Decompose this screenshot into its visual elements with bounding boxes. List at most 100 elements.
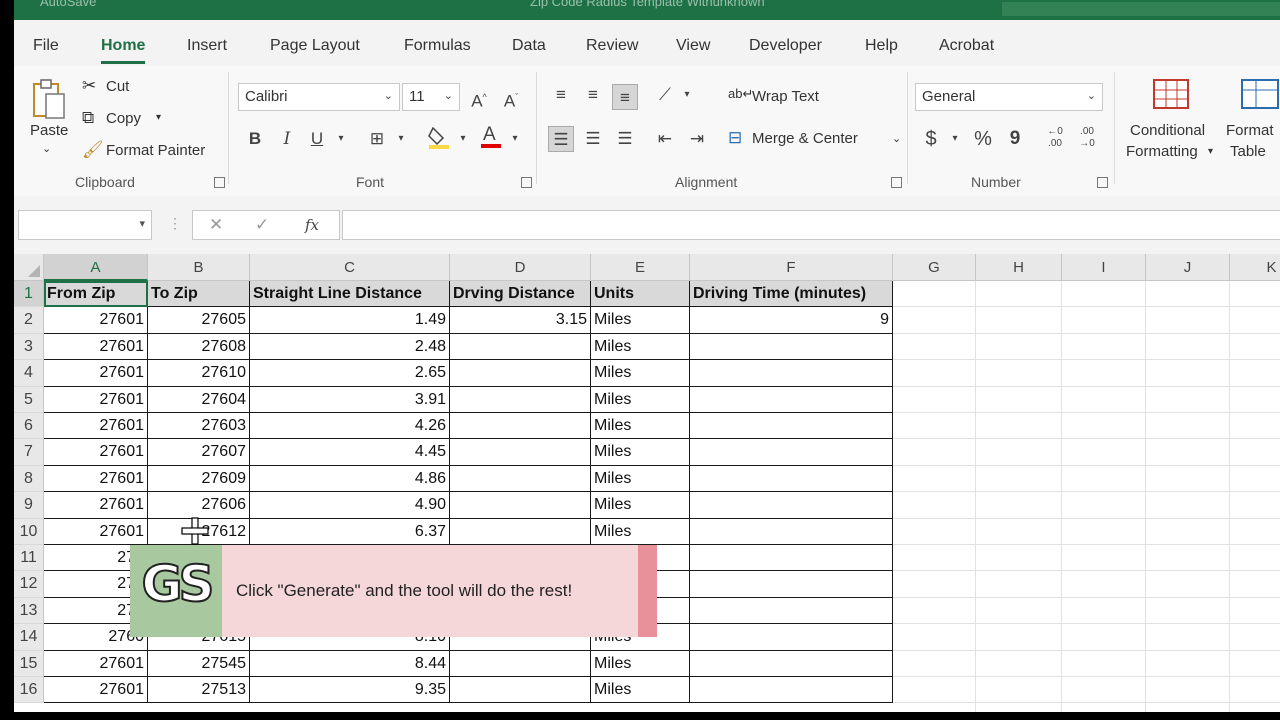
increase-decimal-button[interactable]: ←0 .00: [1040, 126, 1070, 152]
table-cell[interactable]: 27601: [44, 650, 148, 677]
table-cell[interactable]: Miles: [591, 677, 690, 704]
row-header[interactable]: 3: [14, 333, 44, 361]
cancel-icon[interactable]: ✕: [209, 215, 223, 235]
table-cell[interactable]: [450, 465, 591, 493]
tab-acrobat[interactable]: Acrobat: [939, 37, 994, 55]
table-cell[interactable]: 27601: [44, 413, 148, 440]
merge-center-button[interactable]: ⊟ Merge & Center ⌄: [728, 128, 901, 152]
insert-function-button[interactable]: fx: [305, 216, 319, 234]
clipboard-launcher-icon[interactable]: [214, 177, 225, 188]
table-cell[interactable]: [690, 677, 893, 704]
row-header[interactable]: 15: [14, 650, 44, 677]
tab-formulas[interactable]: Formulas: [404, 37, 471, 55]
table-cell[interactable]: [450, 333, 591, 361]
column-header-f[interactable]: F: [690, 254, 893, 281]
row-header[interactable]: 11: [14, 545, 44, 572]
table-cell[interactable]: Miles: [591, 518, 690, 545]
table-cell[interactable]: 3.91: [250, 386, 450, 413]
paste-button[interactable]: Paste ⌄: [28, 78, 72, 158]
chevron-down-icon[interactable]: ▾: [388, 126, 414, 152]
wrap-text-button[interactable]: ab↵ Wrap Text: [728, 86, 838, 110]
table-cell[interactable]: [690, 386, 893, 413]
table-cell[interactable]: 27601: [44, 492, 148, 519]
table-cell[interactable]: 27603: [148, 413, 250, 440]
conditional-formatting-button[interactable]: Conditional Formatting ▾: [1122, 78, 1222, 174]
header-cell[interactable]: Straight Line Distance: [250, 281, 450, 308]
copy-button[interactable]: ⧉ Copy ▾: [82, 108, 182, 130]
table-cell[interactable]: Miles: [591, 386, 690, 413]
table-cell[interactable]: 9.35: [250, 677, 450, 704]
table-cell[interactable]: [690, 571, 893, 598]
table-cell[interactable]: Miles: [591, 492, 690, 519]
row-header[interactable]: 8: [14, 465, 44, 493]
table-cell[interactable]: [690, 333, 893, 361]
row-header[interactable]: 13: [14, 597, 44, 625]
table-cell[interactable]: 6.37: [250, 518, 450, 545]
autosave-label[interactable]: AutoSave: [40, 0, 96, 9]
table-cell[interactable]: [450, 439, 591, 466]
tab-developer[interactable]: Developer: [749, 37, 822, 55]
increase-font-icon[interactable]: A^: [466, 84, 492, 111]
table-cell[interactable]: 8.44: [250, 650, 450, 677]
chevron-down-icon[interactable]: ▾: [502, 126, 528, 152]
table-cell[interactable]: 3.15: [450, 307, 591, 334]
column-header-i[interactable]: I: [1062, 254, 1146, 281]
table-cell[interactable]: 27607: [148, 439, 250, 466]
table-cell[interactable]: Miles: [591, 650, 690, 677]
column-header-b[interactable]: B: [148, 254, 250, 281]
table-cell[interactable]: 2.65: [250, 360, 450, 387]
table-cell[interactable]: 27601: [44, 518, 148, 545]
font-name-select[interactable]: Calibri ⌄: [238, 83, 400, 111]
column-header-j[interactable]: J: [1146, 254, 1230, 281]
table-cell[interactable]: 27601: [44, 307, 148, 334]
table-cell[interactable]: Miles: [591, 465, 690, 493]
decrease-indent-icon[interactable]: ⇤: [652, 126, 678, 152]
table-cell[interactable]: 27604: [148, 386, 250, 413]
column-header-g[interactable]: G: [893, 254, 976, 281]
decrease-font-icon[interactable]: Aˇ: [498, 84, 524, 111]
row-header[interactable]: 7: [14, 439, 44, 466]
row-header[interactable]: 9: [14, 492, 44, 519]
table-cell[interactable]: [450, 650, 591, 677]
format-painter-button[interactable]: 🖌 Format Painter: [82, 140, 222, 162]
align-right-icon[interactable]: ☰: [612, 126, 638, 152]
column-header-e[interactable]: E: [591, 254, 690, 281]
table-cell[interactable]: [690, 518, 893, 545]
table-cell[interactable]: [690, 492, 893, 519]
table-cell[interactable]: [690, 545, 893, 572]
table-cell[interactable]: 9: [690, 307, 893, 334]
table-cell[interactable]: [690, 360, 893, 387]
row-header[interactable]: 1: [14, 281, 44, 308]
table-cell[interactable]: [690, 413, 893, 440]
table-cell[interactable]: 27605: [148, 307, 250, 334]
table-cell[interactable]: [450, 386, 591, 413]
row-header[interactable]: 2: [14, 307, 44, 334]
alignment-launcher-icon[interactable]: [891, 177, 902, 188]
font-size-select[interactable]: 11 ⌄: [402, 83, 460, 111]
row-header[interactable]: 4: [14, 360, 44, 387]
table-cell[interactable]: [450, 492, 591, 519]
decrease-decimal-button[interactable]: .00 →0: [1072, 126, 1102, 152]
table-cell[interactable]: 27601: [44, 333, 148, 361]
table-cell[interactable]: 27601: [44, 465, 148, 493]
table-cell[interactable]: 4.26: [250, 413, 450, 440]
row-header[interactable]: 14: [14, 624, 44, 651]
number-format-select[interactable]: General ⌄: [915, 83, 1103, 111]
header-cell[interactable]: Drving Distance: [450, 281, 591, 308]
table-cell[interactable]: [690, 465, 893, 493]
table-cell[interactable]: 27608: [148, 333, 250, 361]
table-cell[interactable]: Miles: [591, 413, 690, 440]
format-as-table-button[interactable]: Format Table: [1222, 78, 1280, 174]
increase-indent-icon[interactable]: ⇥: [684, 126, 710, 152]
more-icon[interactable]: ⋮: [168, 215, 182, 232]
currency-button[interactable]: $: [918, 126, 944, 152]
chevron-down-icon[interactable]: ▾: [328, 126, 354, 152]
formula-input[interactable]: [342, 210, 1280, 240]
cut-button[interactable]: ✂ Cut: [82, 76, 162, 98]
tab-page-layout[interactable]: Page Layout: [270, 37, 360, 55]
column-header-c[interactable]: C: [250, 254, 450, 281]
column-header-a[interactable]: A: [44, 254, 148, 281]
chevron-down-icon[interactable]: ▾: [942, 126, 968, 152]
italic-button[interactable]: I: [274, 126, 300, 152]
tab-data[interactable]: Data: [512, 37, 546, 55]
